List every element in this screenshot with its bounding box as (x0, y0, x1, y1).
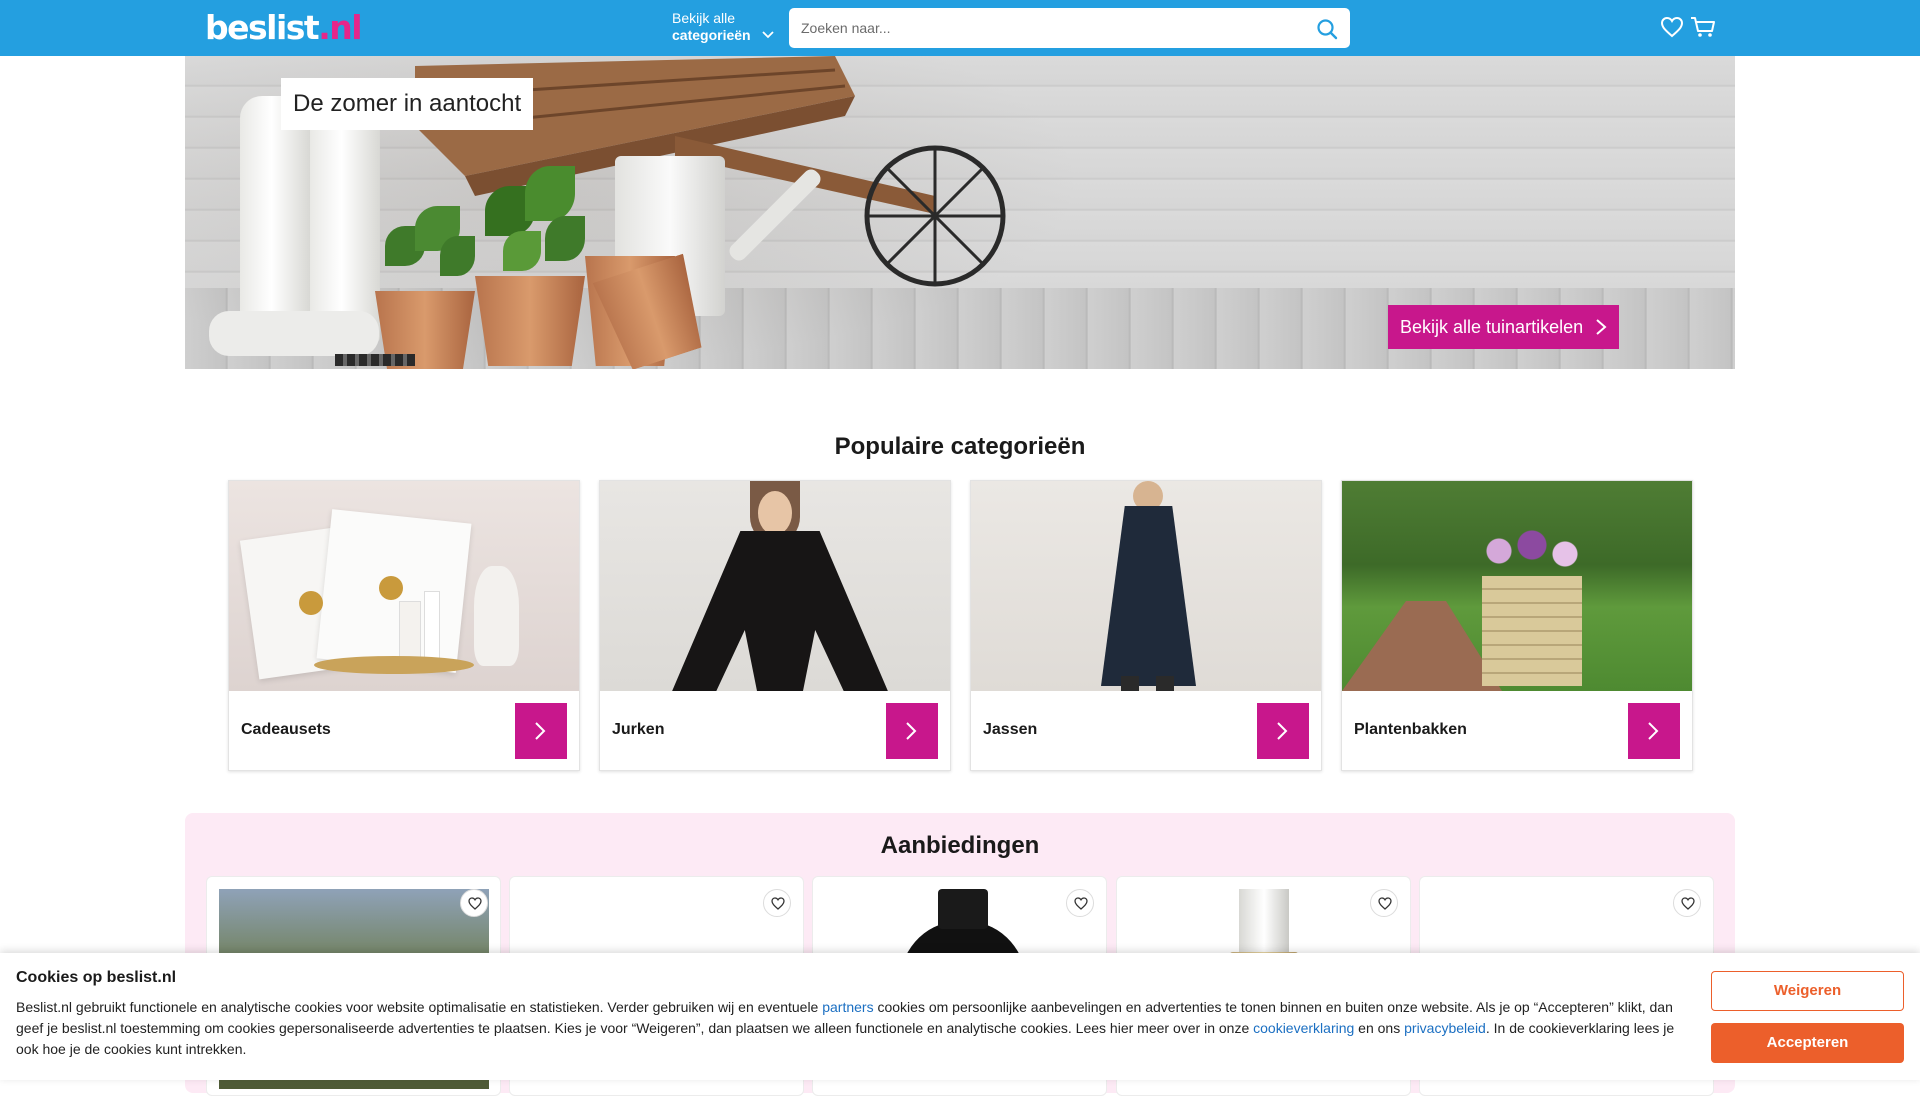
boot-illustration (240, 96, 310, 346)
chevron-right-icon (1277, 722, 1288, 740)
favorite-button[interactable] (763, 889, 791, 917)
offers-title: Aanbiedingen (880, 832, 1040, 859)
offer-image (1239, 889, 1289, 959)
favorite-button[interactable] (460, 889, 488, 917)
category-arrow-button[interactable] (515, 703, 567, 759)
chevron-right-icon (1596, 319, 1607, 335)
category-image (1342, 481, 1692, 691)
heart-icon (1681, 897, 1695, 910)
heart-icon (468, 897, 482, 910)
garden-articles-button[interactable]: Bekijk alle tuinartikelen (1388, 305, 1620, 349)
hero-title: De zomer in aantocht (281, 78, 534, 130)
boot-illustration (310, 106, 380, 346)
hero-banner: De zomer in aantocht Bekijk alle tuinart… (185, 56, 1735, 369)
partners-link[interactable]: partners (822, 999, 873, 1015)
favorite-button[interactable] (1673, 889, 1701, 917)
chevron-right-icon (906, 722, 917, 740)
garden-articles-label: Bekijk alle tuinartikelen (1400, 317, 1584, 337)
favorite-button[interactable] (1066, 889, 1094, 917)
wishlist-heart-icon[interactable] (1660, 16, 1684, 38)
category-arrow-button[interactable] (886, 703, 938, 759)
popular-categories-title: Populaire categorieën (834, 433, 1086, 460)
chevron-down-icon (762, 31, 774, 39)
heart-icon (1378, 897, 1392, 910)
privacy-policy-link[interactable]: privacybeleid (1404, 1020, 1486, 1036)
heart-icon (771, 897, 785, 910)
cookie-statement-link[interactable]: cookieverklaring (1253, 1020, 1354, 1036)
chevron-right-icon (535, 722, 546, 740)
category-card-plantenbakken[interactable]: Plantenbakken (1341, 480, 1693, 771)
refuse-cookies-button[interactable]: Weigeren (1711, 971, 1904, 1011)
search-icon[interactable] (1316, 18, 1338, 40)
category-image (600, 481, 950, 691)
category-label: Cadeausets (241, 721, 331, 738)
shopping-cart-icon[interactable] (1690, 16, 1716, 38)
search-input[interactable] (801, 8, 1291, 48)
flower-pot-illustration (475, 276, 585, 366)
beslist-logo[interactable]: beslist.nl (205, 10, 363, 46)
category-card-cadeausets[interactable]: Cadeausets (228, 480, 580, 771)
chevron-right-icon (1648, 722, 1659, 740)
search-bar (789, 8, 1350, 48)
category-card-jassen[interactable]: Jassen (970, 480, 1322, 771)
heart-icon (1074, 897, 1088, 910)
accept-cookies-button[interactable]: Accepteren (1711, 1023, 1904, 1063)
category-arrow-button[interactable] (1628, 703, 1680, 759)
category-card-jurken[interactable]: Jurken (599, 480, 951, 771)
cookie-text: Beslist.nl gebruikt functionele en analy… (16, 999, 1675, 1057)
cookie-title: Cookies op beslist.nl (16, 969, 177, 986)
favorite-button[interactable] (1370, 889, 1398, 917)
category-arrow-button[interactable] (1257, 703, 1309, 759)
all-categories-line1: Bekijk alle (672, 10, 736, 26)
cookie-banner: Cookies op beslist.nl Beslist.nl gebruik… (0, 953, 1920, 1080)
category-label: Plantenbakken (1354, 721, 1467, 738)
all-categories-button[interactable]: Bekijk alle categorieën (672, 10, 777, 46)
category-image (971, 481, 1321, 691)
category-label: Jassen (983, 721, 1038, 738)
category-label: Jurken (612, 721, 665, 738)
category-image (229, 481, 579, 691)
top-header: beslist.nl Bekijk alle categorieën (0, 0, 1920, 56)
